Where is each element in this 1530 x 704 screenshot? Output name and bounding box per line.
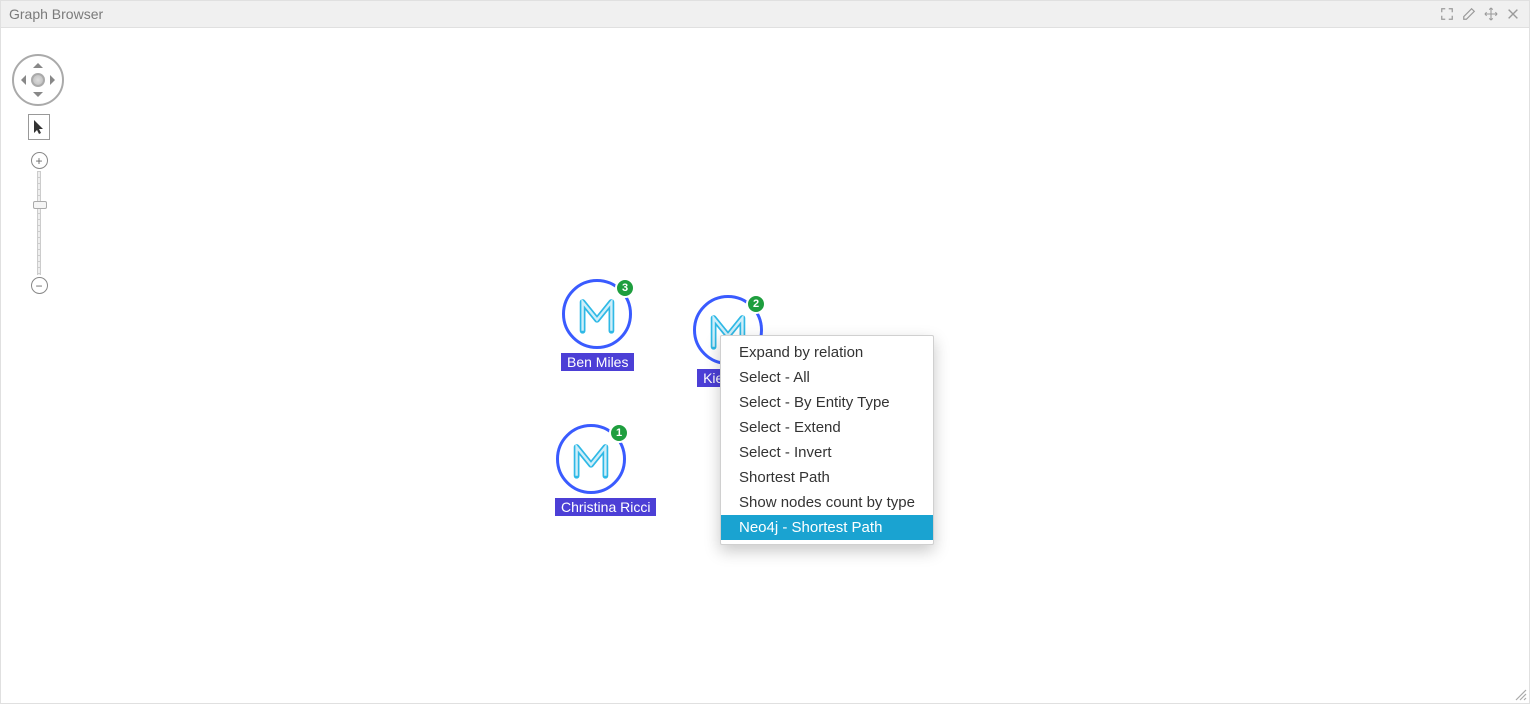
pan-center-icon[interactable] — [31, 73, 45, 87]
node-label: Ben Miles — [561, 353, 634, 371]
graph-canvas[interactable]: + − 3 Ben Miles 2 Kiefer S — [1, 28, 1529, 703]
cursor-tool[interactable] — [28, 114, 50, 140]
node-circle[interactable]: 1 — [556, 424, 626, 494]
titlebar: Graph Browser — [1, 1, 1529, 28]
pan-up-icon[interactable] — [33, 58, 43, 68]
node-badge: 2 — [746, 294, 766, 314]
context-menu: Expand by relationSelect - AllSelect - B… — [720, 335, 934, 545]
zoom-track[interactable] — [37, 171, 41, 275]
fullscreen-icon[interactable] — [1439, 6, 1455, 22]
pan-left-icon[interactable] — [16, 75, 26, 85]
context-menu-item[interactable]: Neo4j - Shortest Path — [721, 515, 933, 540]
context-menu-item[interactable]: Expand by relation — [721, 340, 933, 365]
graph-node[interactable]: 3 Ben Miles — [561, 279, 633, 371]
window-title: Graph Browser — [9, 6, 1439, 22]
context-menu-item[interactable]: Select - Extend — [721, 415, 933, 440]
node-badge: 3 — [615, 278, 635, 298]
node-label: Christina Ricci — [555, 498, 656, 516]
zoom-slider: + − — [30, 152, 48, 294]
zoom-handle[interactable] — [33, 201, 47, 209]
graph-node[interactable]: 1 Christina Ricci — [555, 424, 627, 516]
edit-icon[interactable] — [1461, 6, 1477, 22]
move-icon[interactable] — [1483, 6, 1499, 22]
pan-wheel[interactable] — [12, 54, 64, 106]
context-menu-item[interactable]: Select - Invert — [721, 440, 933, 465]
context-menu-item[interactable]: Select - All — [721, 365, 933, 390]
zoom-in-button[interactable]: + — [31, 152, 48, 169]
node-circle[interactable]: 3 — [562, 279, 632, 349]
context-menu-item[interactable]: Show nodes count by type — [721, 490, 933, 515]
close-icon[interactable] — [1505, 6, 1521, 22]
pan-right-icon[interactable] — [50, 75, 60, 85]
resize-grip[interactable] — [1513, 687, 1527, 701]
graph-browser-window: Graph Browser — [0, 0, 1530, 704]
node-badge: 1 — [609, 423, 629, 443]
zoom-out-button[interactable]: − — [31, 277, 48, 294]
context-menu-item[interactable]: Shortest Path — [721, 465, 933, 490]
pan-down-icon[interactable] — [33, 92, 43, 102]
window-controls — [1439, 6, 1521, 22]
cursor-icon — [33, 119, 45, 135]
context-menu-item[interactable]: Select - By Entity Type — [721, 390, 933, 415]
